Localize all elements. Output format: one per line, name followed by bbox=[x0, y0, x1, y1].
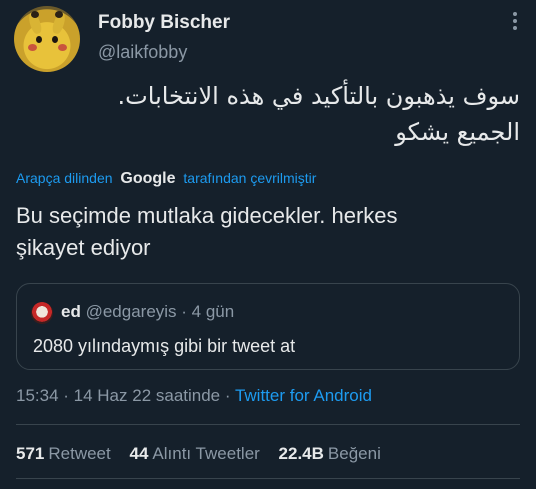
divider bbox=[16, 424, 520, 425]
quoted-header: ed @edgareyis · 4 gün bbox=[61, 302, 234, 322]
source-link[interactable]: Twitter for Android bbox=[235, 386, 372, 405]
translated-text: Bu seçimde mutlaka gidecekler. herkes şi… bbox=[16, 200, 496, 264]
avatar-eye-left bbox=[36, 36, 42, 43]
google-logo: Google bbox=[120, 170, 176, 187]
translated-prefix: Arapça dilinden bbox=[16, 170, 113, 186]
translated-text-line: Bu seçimde mutlaka gidecekler. herkes bbox=[16, 203, 398, 228]
quoted-avatar bbox=[31, 302, 53, 324]
tweet-text: سوف يذهبون بالتأكيد في هذه الانتخابات. ا… bbox=[20, 78, 520, 150]
avatar-cheek-left bbox=[28, 44, 37, 51]
quote-label: Alıntı Tweetler bbox=[152, 444, 260, 463]
tweet-text-line: الجميع يشكو bbox=[395, 118, 520, 146]
engagement-stats: 571 Retweet 44 Alıntı Tweetler 22.4B Beğeni bbox=[16, 444, 395, 464]
more-icon[interactable] bbox=[508, 10, 522, 34]
translated-text-line: şikayet ediyor bbox=[16, 235, 151, 260]
quoted-text: 2080 yılındaymış gibi bir tweet at bbox=[33, 336, 296, 356]
more-icon-dot bbox=[513, 26, 517, 30]
display-name[interactable]: Fobby Bischer bbox=[98, 12, 230, 34]
more-icon-dot bbox=[513, 12, 517, 16]
avatar-ear-tip-right bbox=[55, 11, 63, 18]
tweet-text-line: سوف يذهبون بالتأكيد في هذه الانتخابات. bbox=[117, 82, 520, 110]
retweet-count: 571 bbox=[16, 444, 45, 463]
quote-count: 44 bbox=[129, 444, 149, 463]
quote-stat[interactable]: 44 Alıntı Tweetler bbox=[129, 444, 259, 463]
divider bbox=[16, 478, 520, 479]
retweet-stat[interactable]: 571 Retweet bbox=[16, 444, 111, 463]
avatar-cheek-right bbox=[58, 44, 67, 51]
quoted-tweet[interactable]: ed @edgareyis · 4 gün 2080 yılındaymış g… bbox=[16, 283, 520, 370]
tweet-header: Fobby Bischer @laikfobby bbox=[14, 6, 524, 76]
like-count: 22.4B bbox=[278, 444, 324, 463]
tweet-timestamp-row: 15:34 · 14 Haz 22 saatinde · Twitter for… bbox=[16, 386, 372, 406]
translated-by-notice[interactable]: Arapça dilinden Google tarafından çevril… bbox=[16, 170, 316, 188]
quoted-name: ed bbox=[61, 302, 81, 321]
timestamp[interactable]: 15:34 · 14 Haz 22 saatinde · bbox=[16, 386, 235, 405]
avatar[interactable] bbox=[14, 6, 80, 72]
avatar-ear-tip-left bbox=[31, 11, 39, 18]
more-icon-dot bbox=[513, 19, 517, 23]
avatar-eye-right bbox=[52, 36, 58, 43]
quoted-handle-time: @edgareyis · 4 gün bbox=[85, 302, 235, 321]
translated-suffix: tarafından çevrilmiştir bbox=[183, 170, 317, 186]
like-stat[interactable]: 22.4B Beğeni bbox=[279, 444, 381, 463]
user-handle[interactable]: @laikfobby bbox=[98, 42, 187, 63]
like-label: Beğeni bbox=[327, 444, 381, 463]
retweet-label: Retweet bbox=[48, 444, 111, 463]
